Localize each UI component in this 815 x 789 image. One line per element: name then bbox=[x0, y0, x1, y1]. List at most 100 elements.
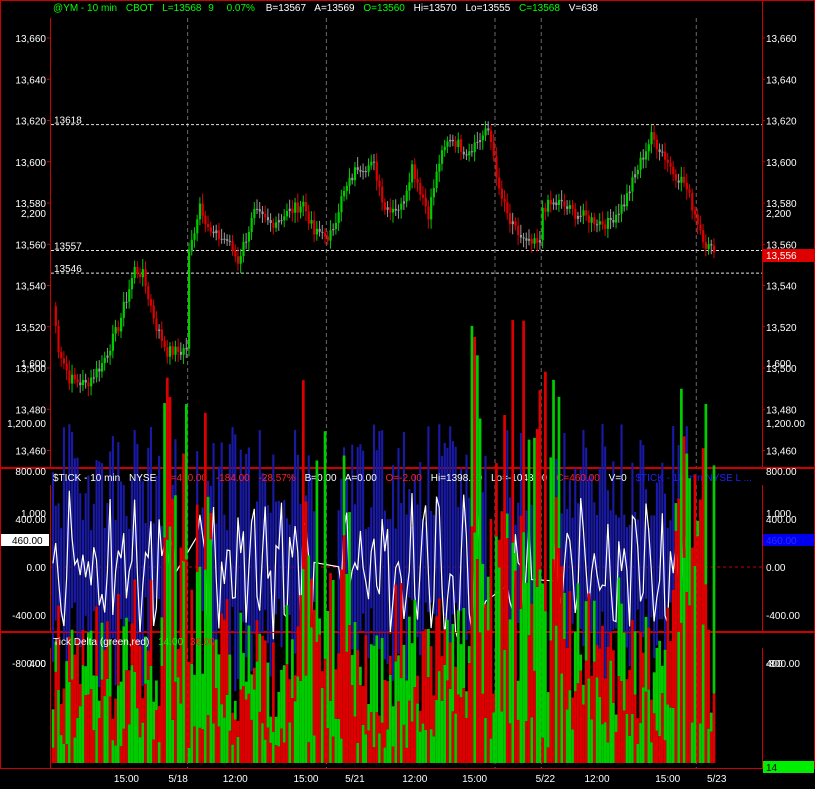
delta-bar bbox=[244, 681, 248, 700]
tick-header-symbol: $TICK - 10 min bbox=[53, 473, 120, 484]
price-bar-body bbox=[264, 214, 267, 218]
price-bar-body bbox=[291, 208, 294, 213]
price-bar-body bbox=[81, 379, 85, 386]
delta-bar bbox=[201, 673, 204, 730]
delta-bar bbox=[176, 677, 180, 763]
delta-bar bbox=[663, 649, 667, 741]
delta-bar bbox=[54, 671, 58, 763]
price-bar-body bbox=[196, 219, 199, 234]
price-bar-body bbox=[617, 213, 620, 215]
delta-bar bbox=[176, 649, 180, 678]
delta-bar bbox=[655, 730, 659, 763]
delta-bar bbox=[296, 676, 300, 763]
delta-bar bbox=[340, 569, 343, 739]
delta-bar bbox=[318, 634, 321, 763]
price-bar-body bbox=[318, 228, 321, 232]
delta-bar bbox=[511, 542, 515, 763]
tick-bar bbox=[579, 469, 582, 629]
delta-bar bbox=[620, 681, 623, 763]
delta-bar bbox=[157, 705, 161, 743]
delta-bar bbox=[165, 377, 169, 540]
delta-bar bbox=[511, 320, 515, 543]
delta-bar bbox=[397, 655, 400, 702]
price-bar-body bbox=[596, 224, 599, 226]
price-bar-body bbox=[620, 204, 623, 214]
delta-bar bbox=[495, 463, 498, 537]
price-bar-body bbox=[636, 169, 639, 175]
header-exchange: CBOT bbox=[126, 3, 154, 14]
delta-bar bbox=[682, 436, 686, 558]
delta-bar bbox=[144, 683, 147, 763]
delta-panel[interactable]: 2,200 1,600 1,000 400 2,200 1,600 1,000 400 14… bbox=[0, 209, 815, 774]
delta-bar bbox=[530, 603, 534, 718]
delta-bar bbox=[625, 679, 629, 714]
delta-bar bbox=[500, 711, 504, 763]
delta-bar bbox=[503, 414, 506, 650]
delta-bar bbox=[141, 698, 145, 723]
price-panel[interactable]: 13618 13557 13546 13,660 13,640 13,620 13,600… bbox=[0, 0, 815, 468]
delta-bar bbox=[277, 691, 281, 747]
time-tick-label: 5/22 bbox=[536, 774, 556, 785]
delta-bar bbox=[603, 722, 607, 763]
delta-bar bbox=[353, 622, 357, 717]
delta-bar bbox=[195, 572, 199, 763]
tick-header: $TICK - 10 min NYSE L=460.00 -184.00 -28… bbox=[53, 473, 752, 484]
delta-bar bbox=[182, 561, 185, 763]
delta-bar bbox=[609, 632, 612, 661]
price-bar-body bbox=[538, 240, 542, 243]
tick-bar bbox=[655, 482, 658, 646]
delta-bar bbox=[465, 691, 468, 719]
delta-bar bbox=[266, 662, 270, 728]
delta-bar bbox=[315, 460, 319, 642]
delta-bar bbox=[59, 735, 63, 763]
delta-bar bbox=[497, 539, 501, 568]
delta-bar bbox=[418, 731, 422, 763]
delta-bar bbox=[609, 660, 612, 763]
delta-bar bbox=[233, 700, 237, 720]
delta-bar bbox=[538, 390, 542, 570]
delta-bar bbox=[68, 681, 71, 763]
delta-bar bbox=[138, 737, 142, 763]
price-bar-body bbox=[625, 193, 629, 207]
delta-bar bbox=[217, 726, 221, 763]
delta-bar bbox=[65, 661, 68, 745]
price-bar-body bbox=[522, 237, 525, 239]
delta-bar bbox=[310, 627, 313, 763]
price-bar-body bbox=[691, 192, 694, 211]
delta-bar bbox=[563, 592, 566, 639]
price-bar-body bbox=[669, 162, 672, 167]
price-bar-body bbox=[381, 186, 384, 203]
tick-header-volume: V=0 bbox=[609, 473, 628, 484]
delta-bar bbox=[573, 631, 577, 692]
delta-bar bbox=[519, 515, 523, 609]
delta-bar bbox=[369, 711, 373, 763]
price-bar-body bbox=[168, 346, 172, 357]
price-bar-body bbox=[383, 202, 387, 210]
price-bar-body bbox=[62, 358, 66, 364]
delta-bar bbox=[193, 726, 196, 763]
delta-bar bbox=[454, 666, 457, 714]
delta-bar bbox=[323, 431, 327, 659]
delta-bar bbox=[437, 671, 441, 763]
delta-bar bbox=[228, 730, 232, 763]
price-bar-body bbox=[261, 211, 264, 215]
delta-bar bbox=[541, 737, 544, 763]
delta-bar bbox=[51, 747, 55, 763]
tick-bar bbox=[217, 466, 221, 608]
tick-axis-label: 800.00 bbox=[766, 467, 797, 478]
price-bar-body bbox=[661, 151, 664, 153]
price-bar-body bbox=[152, 305, 155, 319]
delta-bar bbox=[307, 742, 311, 763]
delta-bar bbox=[258, 633, 262, 712]
delta-bar bbox=[674, 530, 678, 763]
delta-bar bbox=[579, 670, 583, 763]
trading-chart[interactable]: 13618 13557 13546 13,660 13,640 13,620 13,600… bbox=[0, 0, 815, 789]
delta-bar bbox=[342, 455, 346, 536]
delta-bar bbox=[252, 667, 256, 690]
delta-bar bbox=[505, 513, 509, 539]
price-tick-label: 13,600 bbox=[766, 158, 797, 169]
delta-bar bbox=[329, 573, 332, 701]
delta-bar bbox=[323, 658, 327, 763]
price-bar-body bbox=[356, 167, 359, 170]
price-bar-body bbox=[136, 266, 139, 274]
